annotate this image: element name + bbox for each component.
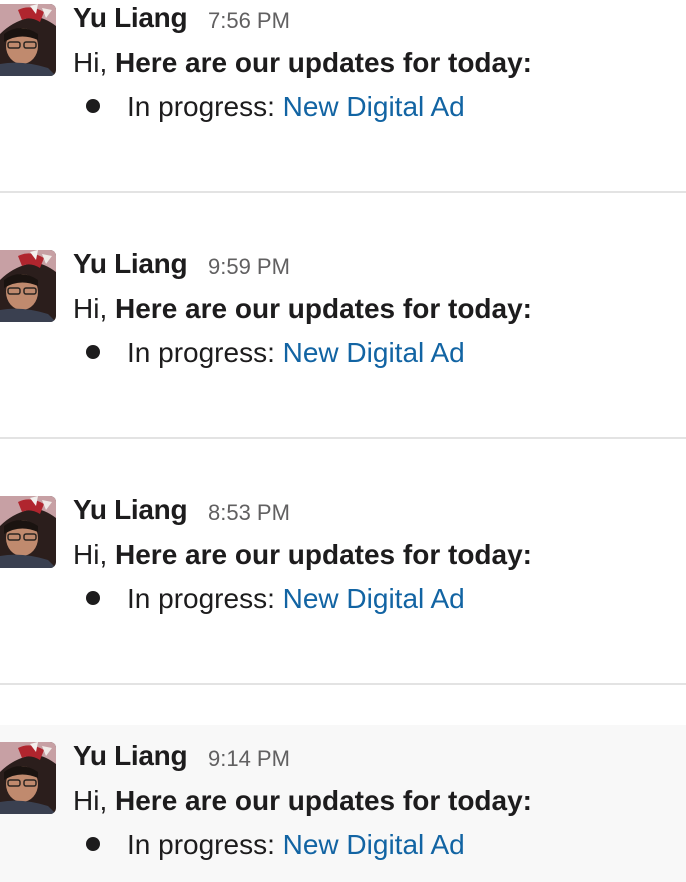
avatar-photo-icon [0, 742, 56, 814]
sender-name[interactable]: Yu Liang [73, 248, 188, 280]
greeting-text: Hi, [73, 293, 108, 324]
avatar-photo-icon [0, 250, 56, 322]
sender-name[interactable]: Yu Liang [73, 494, 188, 526]
greeting-text: Hi, [73, 539, 108, 570]
divider [0, 683, 686, 685]
avatar[interactable] [0, 250, 56, 322]
headline-text: Here are our updates for today: [115, 293, 532, 324]
greeting-text: Hi, [73, 785, 108, 816]
headline-text: Here are our updates for today: [115, 785, 532, 816]
sender-name[interactable]: Yu Liang [73, 740, 188, 772]
list-item: In progress: New Digital Ad [86, 91, 465, 123]
task-link[interactable]: New Digital Ad [283, 583, 465, 614]
divider [0, 191, 686, 193]
message-timestamp[interactable]: 9:14 PM [208, 746, 290, 772]
list-item: In progress: New Digital Ad [86, 337, 465, 369]
bullet-icon [86, 836, 100, 851]
message-item[interactable]: Yu Liang 9:59 PM Hi, Here are our update… [0, 246, 686, 438]
headline-text: Here are our updates for today: [115, 539, 532, 570]
message-text: Hi, Here are our updates for today: [73, 293, 532, 325]
message-timestamp[interactable]: 7:56 PM [208, 8, 290, 34]
avatar[interactable] [0, 4, 56, 76]
bullet-label: In progress: [127, 91, 275, 122]
list-item: In progress: New Digital Ad [86, 829, 465, 861]
list-item: In progress: New Digital Ad [86, 583, 465, 615]
avatar[interactable] [0, 742, 56, 814]
task-link[interactable]: New Digital Ad [283, 337, 465, 368]
message-text: Hi, Here are our updates for today: [73, 785, 532, 817]
bullet-icon [86, 590, 100, 605]
message-item[interactable]: Yu Liang 9:14 PM Hi, Here are our update… [0, 725, 686, 882]
bullet-icon [86, 98, 100, 113]
headline-text: Here are our updates for today: [115, 47, 532, 78]
avatar-photo-icon [0, 4, 56, 76]
message-text: Hi, Here are our updates for today: [73, 47, 532, 79]
sender-name[interactable]: Yu Liang [73, 2, 188, 34]
bullet-icon [86, 344, 100, 359]
bullet-label: In progress: [127, 829, 275, 860]
message-timestamp[interactable]: 9:59 PM [208, 254, 290, 280]
greeting-text: Hi, [73, 47, 108, 78]
task-link[interactable]: New Digital Ad [283, 91, 465, 122]
divider [0, 437, 686, 439]
avatar[interactable] [0, 496, 56, 568]
message-timestamp[interactable]: 8:53 PM [208, 500, 290, 526]
task-link[interactable]: New Digital Ad [283, 829, 465, 860]
message-item[interactable]: Yu Liang 8:53 PM Hi, Here are our update… [0, 492, 686, 684]
bullet-label: In progress: [127, 583, 275, 614]
message-item[interactable]: Yu Liang 7:56 PM Hi, Here are our update… [0, 0, 686, 192]
bullet-label: In progress: [127, 337, 275, 368]
message-text: Hi, Here are our updates for today: [73, 539, 532, 571]
avatar-photo-icon [0, 496, 56, 568]
